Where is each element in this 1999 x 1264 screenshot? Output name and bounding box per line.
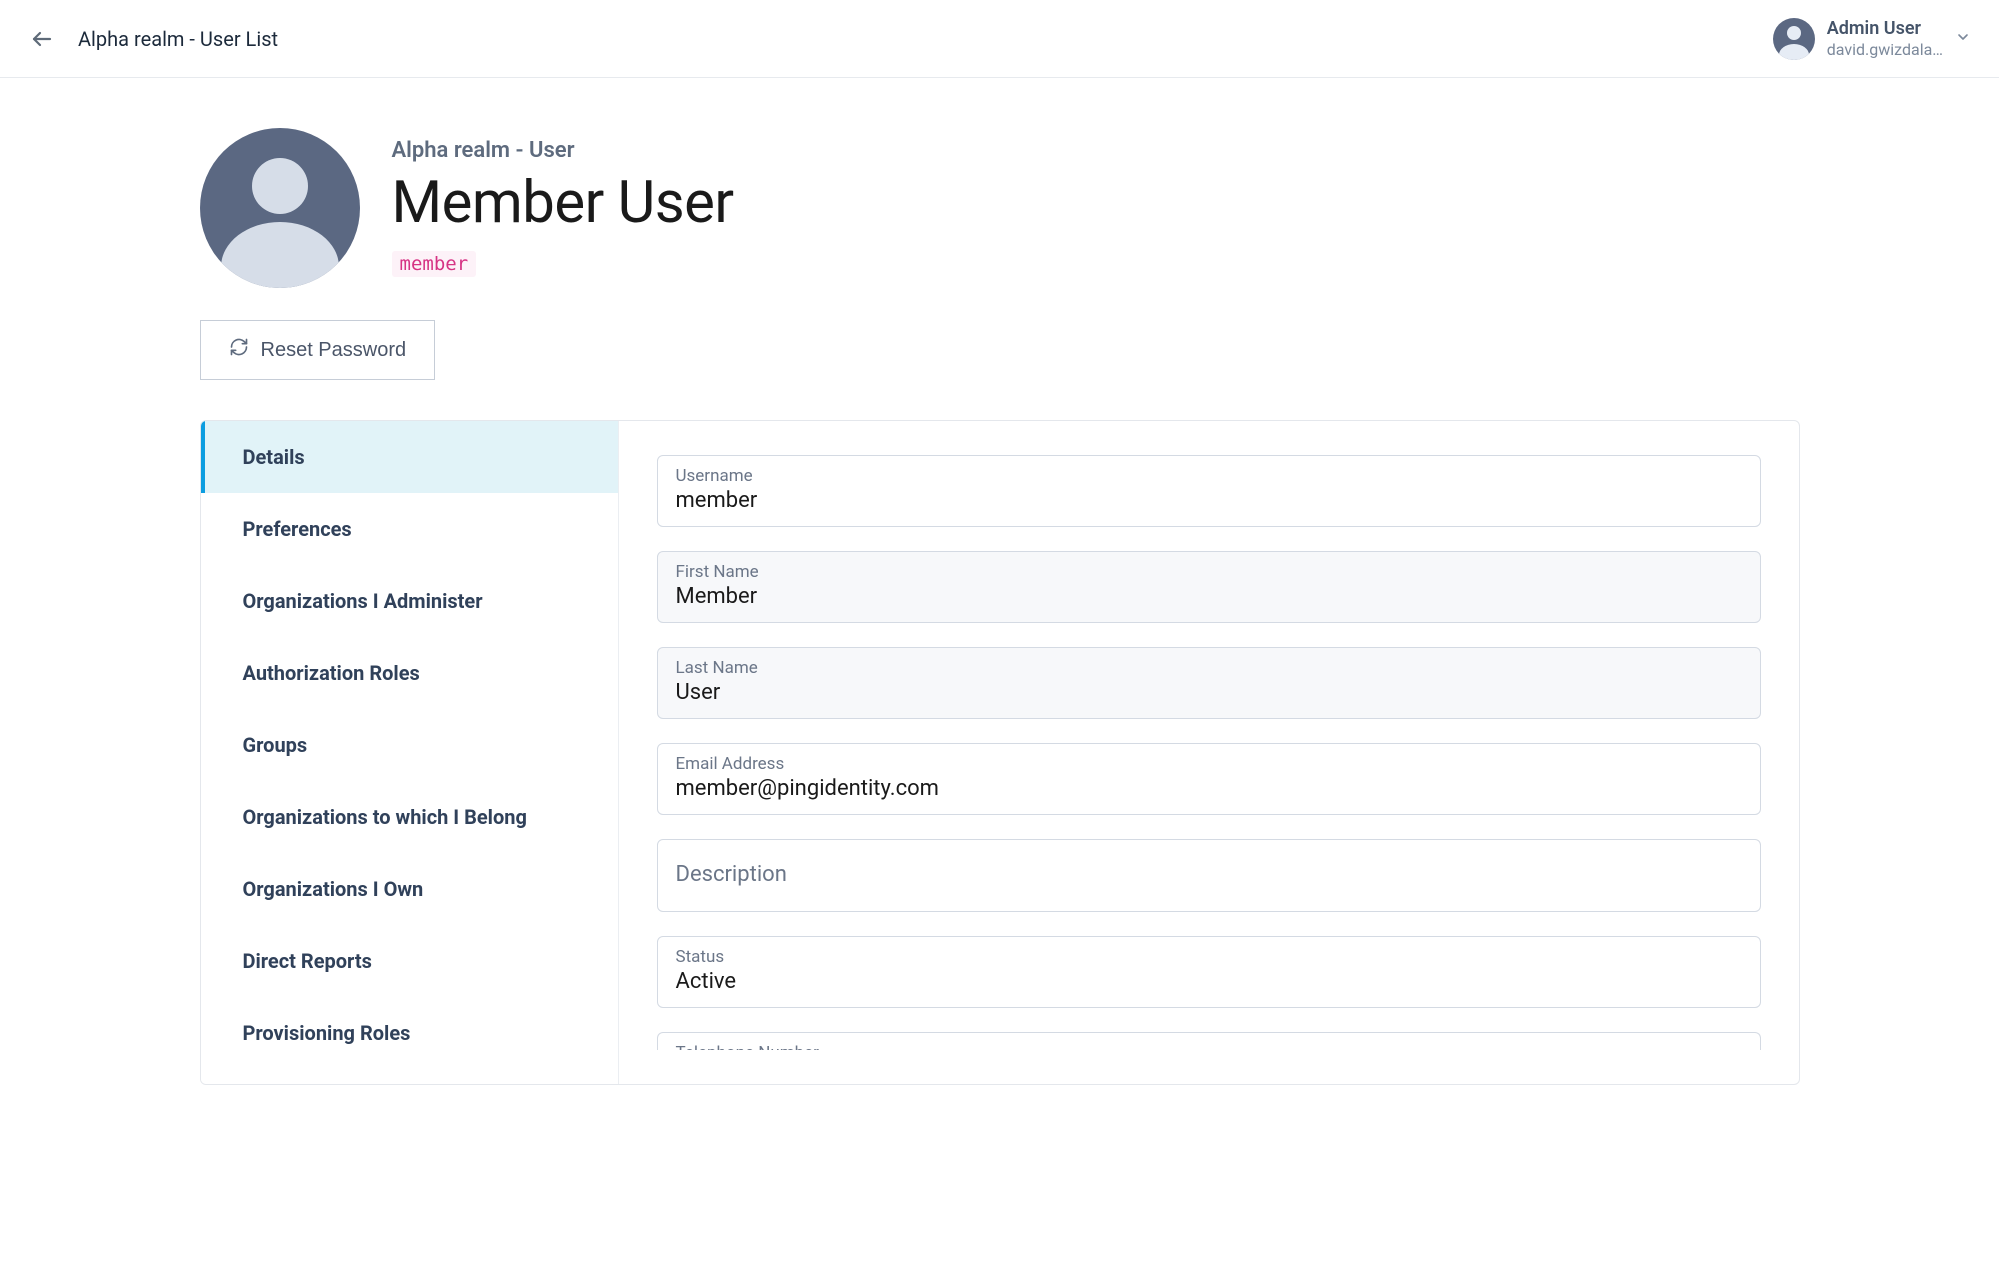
current-user-email: david.gwizdala… — [1827, 40, 1943, 59]
current-user-name: Admin User — [1827, 18, 1943, 40]
avatar-icon — [1773, 18, 1815, 60]
sidebar-nav: Details Preferences Organizations I Admi… — [201, 421, 619, 1084]
role-tag: member — [392, 251, 477, 277]
back-arrow-icon[interactable] — [28, 25, 56, 53]
telephone-field[interactable]: Telephone Number — [657, 1032, 1761, 1050]
detail-panel: Details Preferences Organizations I Admi… — [200, 420, 1800, 1085]
topbar-left: Alpha realm - User List — [28, 25, 278, 53]
sidebar-item-orgs-own[interactable]: Organizations I Own — [201, 853, 618, 925]
email-field[interactable]: Email Address member@pingidentity.com — [657, 743, 1761, 815]
sidebar-item-groups[interactable]: Groups — [201, 709, 618, 781]
description-label: Description — [676, 862, 1742, 887]
last-name-value: User — [676, 680, 1742, 706]
first-name-label: First Name — [676, 562, 1742, 582]
sidebar-item-prov-roles[interactable]: Provisioning Roles — [201, 997, 618, 1069]
status-field[interactable]: Status Active — [657, 936, 1761, 1008]
chevron-down-icon — [1955, 29, 1971, 49]
sidebar-item-direct-reports[interactable]: Direct Reports — [201, 925, 618, 997]
username-label: Username — [676, 466, 1742, 486]
sidebar-item-details[interactable]: Details — [201, 421, 618, 493]
sidebar-item-auth-roles[interactable]: Authorization Roles — [201, 637, 618, 709]
last-name-field[interactable]: Last Name User — [657, 647, 1761, 719]
status-value: Active — [676, 969, 1742, 995]
first-name-field[interactable]: First Name Member — [657, 551, 1761, 623]
username-value: member — [676, 488, 1742, 514]
current-user-menu[interactable]: Admin User david.gwizdala… — [1773, 18, 1971, 60]
user-avatar-icon — [200, 128, 360, 288]
page-content: Alpha realm - User Member User member Re… — [180, 78, 1820, 1085]
profile-display-name: Member User — [392, 169, 734, 237]
sidebar-item-orgs-belong[interactable]: Organizations to which I Belong — [201, 781, 618, 853]
last-name-label: Last Name — [676, 658, 1742, 678]
email-label: Email Address — [676, 754, 1742, 774]
sidebar-item-preferences[interactable]: Preferences — [201, 493, 618, 565]
profile-eyebrow: Alpha realm - User — [392, 138, 734, 163]
sidebar-item-orgs-admin[interactable]: Organizations I Administer — [201, 565, 618, 637]
profile-header: Alpha realm - User Member User member — [200, 128, 1800, 288]
topbar: Alpha realm - User List Admin User david… — [0, 0, 1999, 78]
breadcrumb[interactable]: Alpha realm - User List — [78, 27, 278, 51]
form-area: Username member First Name Member Last N… — [619, 421, 1799, 1084]
reset-password-label: Reset Password — [261, 339, 407, 362]
profile-titles: Alpha realm - User Member User member — [392, 128, 734, 277]
reset-password-button[interactable]: Reset Password — [200, 320, 436, 380]
description-field[interactable]: Description — [657, 839, 1761, 912]
refresh-icon — [229, 337, 249, 363]
telephone-label: Telephone Number — [676, 1043, 1742, 1050]
email-value: member@pingidentity.com — [676, 776, 1742, 802]
current-user-info: Admin User david.gwizdala… — [1827, 18, 1943, 59]
first-name-value: Member — [676, 584, 1742, 610]
status-label: Status — [676, 947, 1742, 967]
username-field[interactable]: Username member — [657, 455, 1761, 527]
